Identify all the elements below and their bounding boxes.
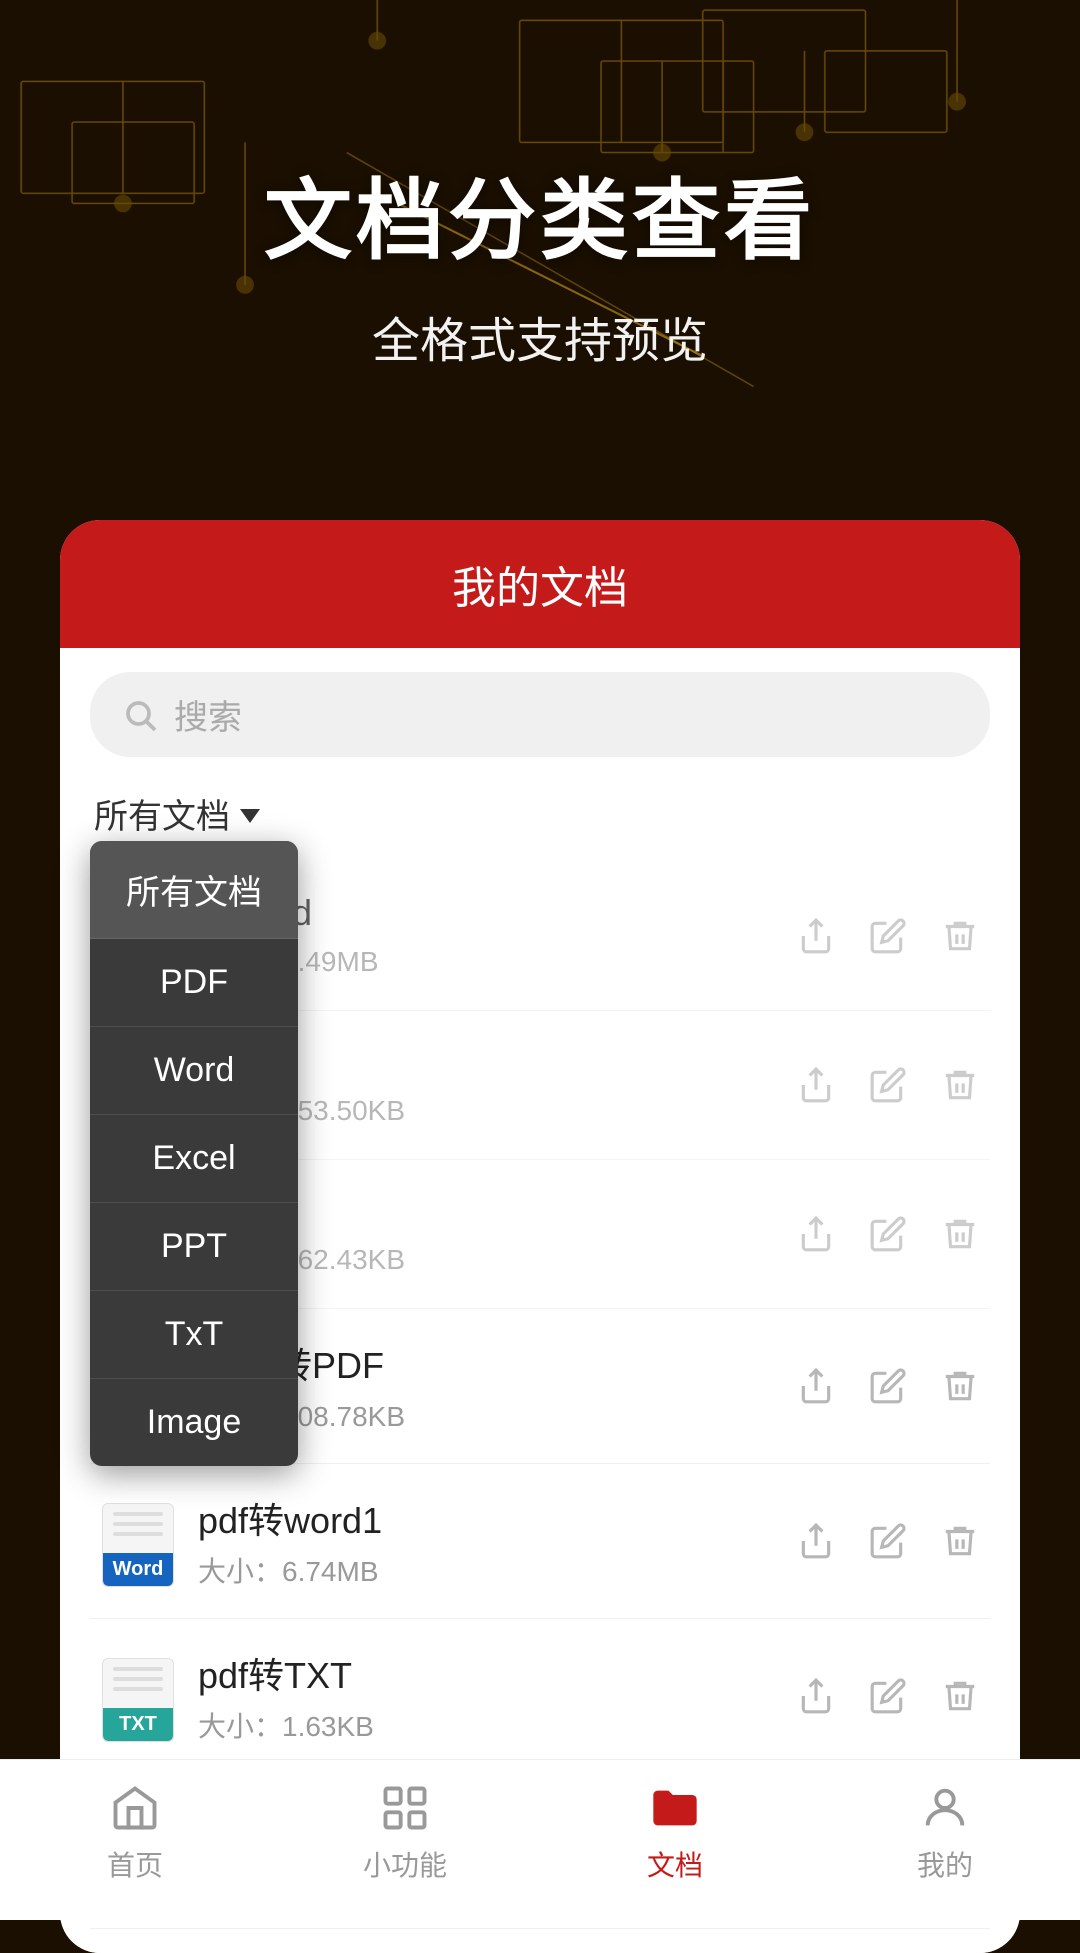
delete-icon[interactable] [938, 1364, 982, 1408]
main-card: 我的文档 搜索 所有文档 所有文档 PDF Word Excel PPT [60, 520, 1020, 1953]
edit-icon[interactable] [866, 1674, 910, 1718]
card-title: 我的文档 [452, 564, 628, 613]
share-icon[interactable] [794, 1212, 838, 1256]
share-icon[interactable] [794, 1674, 838, 1718]
edit-icon[interactable] [866, 1519, 910, 1563]
edit-icon[interactable] [866, 1364, 910, 1408]
edit-icon[interactable] [866, 1212, 910, 1256]
delete-icon[interactable] [938, 1519, 982, 1563]
chevron-down-icon [240, 809, 260, 823]
filter-label: 所有文档 [94, 789, 230, 838]
nav-label-home: 首页 [107, 1844, 163, 1884]
hero-title: 文档分类查看 [264, 150, 816, 277]
search-bar[interactable]: 搜索 [90, 672, 990, 757]
nav-label-docs: 文档 [647, 1844, 703, 1884]
search-icon [122, 697, 158, 733]
share-icon[interactable] [794, 914, 838, 958]
filter-row: 所有文档 所有文档 PDF Word Excel PPT TxT Image [90, 781, 990, 846]
file-info: pdf转TXT 大小：1.63KB [198, 1647, 774, 1745]
filter-dropdown: 所有文档 PDF Word Excel PPT TxT Image [90, 841, 298, 1466]
delete-icon[interactable] [938, 914, 982, 958]
table-row[interactable]: TXT pdf转TXT 大小：1.63KB [90, 1619, 990, 1774]
nav-label-profile: 我的 [917, 1844, 973, 1884]
edit-icon[interactable] [866, 914, 910, 958]
file-icon: Word [98, 1495, 178, 1587]
card-body: 搜索 所有文档 所有文档 PDF Word Excel PPT TxT Imag… [60, 648, 1020, 1953]
share-icon[interactable] [794, 1519, 838, 1563]
home-icon [107, 1780, 163, 1836]
file-actions [794, 914, 982, 958]
file-actions [794, 1364, 982, 1408]
table-row[interactable]: Word pdf转word1 大小：6.74MB [90, 1464, 990, 1619]
share-icon[interactable] [794, 1063, 838, 1107]
file-name: pdf转word1 [198, 1492, 774, 1544]
filter-option-all[interactable]: 所有文档 [90, 841, 298, 939]
filter-option-image[interactable]: Image [90, 1379, 298, 1466]
file-name: pdf转TXT [198, 1647, 774, 1699]
filter-option-txt[interactable]: TxT [90, 1291, 298, 1379]
file-actions [794, 1519, 982, 1563]
folder-icon [647, 1780, 703, 1836]
delete-icon[interactable] [938, 1063, 982, 1107]
file-actions [794, 1212, 982, 1256]
filter-option-pdf[interactable]: PDF [90, 939, 298, 1027]
hero-subtitle: 全格式支持预览 [372, 301, 708, 371]
grid-icon [377, 1780, 433, 1836]
nav-item-docs[interactable]: 文档 [605, 1780, 745, 1884]
edit-icon[interactable] [866, 1063, 910, 1107]
search-placeholder: 搜索 [174, 690, 242, 739]
nav-item-profile[interactable]: 我的 [875, 1780, 1015, 1884]
file-size: 大小：6.74MB [198, 1550, 774, 1590]
user-icon [917, 1780, 973, 1836]
nav-item-tools[interactable]: 小功能 [335, 1780, 475, 1884]
file-size: 大小：1.63KB [198, 1705, 774, 1745]
filter-option-excel[interactable]: Excel [90, 1115, 298, 1203]
nav-label-tools: 小功能 [363, 1844, 447, 1884]
hero-section: 文档分类查看 全格式支持预览 [0, 0, 1080, 520]
file-icon: TXT [98, 1650, 178, 1742]
filter-option-ppt[interactable]: PPT [90, 1203, 298, 1291]
bottom-nav: 首页 小功能 文档 我的 [0, 1759, 1080, 1920]
delete-icon[interactable] [938, 1212, 982, 1256]
filter-button[interactable]: 所有文档 [90, 781, 990, 846]
card-header: 我的文档 [60, 520, 1020, 648]
file-actions [794, 1063, 982, 1107]
filter-option-word[interactable]: Word [90, 1027, 298, 1115]
share-icon[interactable] [794, 1364, 838, 1408]
nav-item-home[interactable]: 首页 [65, 1780, 205, 1884]
delete-icon[interactable] [938, 1674, 982, 1718]
file-info: pdf转word1 大小：6.74MB [198, 1492, 774, 1590]
file-actions [794, 1674, 982, 1718]
